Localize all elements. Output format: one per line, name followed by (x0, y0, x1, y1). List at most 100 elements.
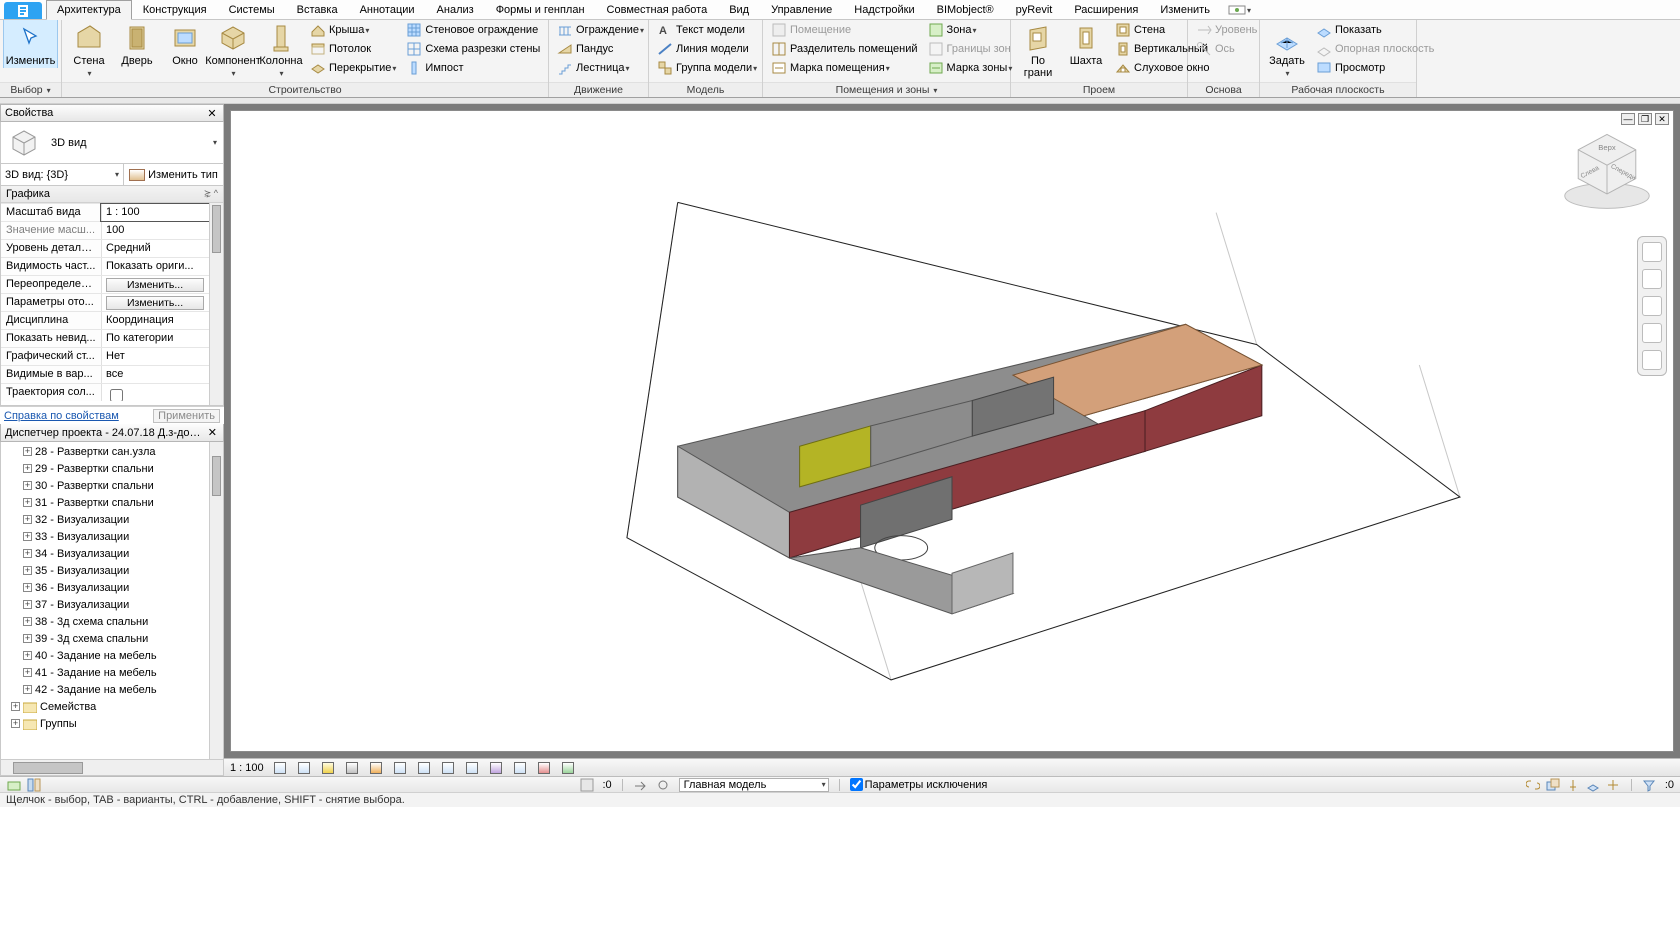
tab-architecture[interactable]: Архитектура (46, 0, 132, 20)
expand-icon[interactable]: + (23, 651, 32, 660)
showwp-button[interactable]: Показать (1313, 21, 1437, 39)
tree-top-item[interactable]: +Семейства (1, 698, 223, 715)
type-selector[interactable]: 3D вид: {3D}▾ (1, 164, 124, 185)
roomsep-button[interactable]: Разделитель помещений (768, 40, 921, 58)
property-row[interactable]: Параметры ото...Изменить... (1, 293, 223, 311)
exclusion-options[interactable]: Параметры исключения (850, 778, 988, 791)
tab-insert[interactable]: Вставка (286, 0, 349, 19)
app-icon[interactable] (4, 2, 42, 19)
crop-region[interactable] (416, 761, 432, 775)
floor-button[interactable]: Перекрытие ▾ (307, 59, 399, 77)
properties-header[interactable]: Свойства ✕ (0, 104, 224, 122)
area-button[interactable]: Зона ▾ (925, 21, 1016, 39)
properties-help-link[interactable]: Справка по свойствам (4, 410, 119, 422)
ramp-button[interactable]: Пандус (554, 40, 647, 58)
property-row[interactable]: Графический ст...Нет (1, 347, 223, 365)
tree-item[interactable]: +33 - Визуализации (1, 528, 223, 545)
areatag-button[interactable]: Марка зоны ▾ (925, 59, 1016, 77)
expand-icon[interactable]: + (23, 549, 32, 558)
ceiling-button[interactable]: Потолок (307, 40, 399, 58)
tab-massing[interactable]: Формы и генплан (485, 0, 596, 19)
tree-item[interactable]: +38 - 3д схема спальни (1, 613, 223, 630)
press-drag-icon[interactable] (633, 778, 648, 792)
tree-item[interactable]: +41 - Задание на мебель (1, 664, 223, 681)
tree-item[interactable]: +37 - Визуализации (1, 596, 223, 613)
expand-icon[interactable]: + (23, 617, 32, 626)
property-row[interactable]: Траектория сол... (1, 383, 223, 401)
property-value[interactable]: 100 (101, 222, 223, 239)
mullion-button[interactable]: Импост (403, 59, 543, 77)
property-row[interactable]: ДисциплинаКоординация (1, 311, 223, 329)
project-browser-header[interactable]: Диспетчер проекта - 24.07.18 Д.з-допол..… (0, 424, 224, 442)
modelline-button[interactable]: Линия модели (654, 40, 760, 58)
tree-item[interactable]: +36 - Визуализации (1, 579, 223, 596)
wpviewer-button[interactable]: Просмотр (1313, 59, 1437, 77)
tree-item[interactable]: +39 - 3д схема спальни (1, 630, 223, 647)
property-row[interactable]: Уровень детали...Средний (1, 239, 223, 257)
sun-path[interactable] (320, 761, 336, 775)
nav-pan[interactable] (1642, 269, 1662, 289)
tab-collaborate[interactable]: Совместная работа (596, 0, 719, 19)
properties-close[interactable]: ✕ (205, 107, 219, 120)
exclusion-checkbox[interactable] (850, 778, 863, 791)
property-row[interactable]: Видимые в вар...все (1, 365, 223, 383)
lock3d[interactable] (440, 761, 456, 775)
property-group-header[interactable]: Графика⋩ ^ (1, 186, 223, 203)
modeltext-button[interactable]: AТекст модели (654, 21, 760, 39)
analytical[interactable] (536, 761, 552, 775)
tree-item[interactable]: +40 - Задание на мебель (1, 647, 223, 664)
property-value[interactable]: По категории (101, 330, 223, 347)
temp-hide[interactable] (464, 761, 480, 775)
property-checkbox[interactable] (110, 389, 123, 401)
property-value[interactable]: Нет (101, 348, 223, 365)
workset-icon[interactable] (6, 778, 21, 792)
roomtag-button[interactable]: Марка помещения ▾ (768, 59, 921, 77)
tab-structure[interactable]: Конструкция (132, 0, 218, 19)
tree-item[interactable]: +29 - Развертки спальни (1, 460, 223, 477)
design-options-icon[interactable] (26, 778, 41, 792)
wall-button[interactable]: Стена▾ (65, 20, 113, 81)
expand-icon[interactable]: + (23, 498, 32, 507)
tab-analyze[interactable]: Анализ (426, 0, 485, 19)
drag-elements[interactable] (1606, 778, 1621, 792)
project-browser-tree[interactable]: +28 - Развертки сан.узла+29 - Развертки … (0, 442, 224, 776)
roof-button[interactable]: Крыша ▾ (307, 21, 399, 39)
property-value[interactable]: Изменить... (101, 276, 223, 293)
tab-view[interactable]: Вид (718, 0, 760, 19)
property-value[interactable]: 1 : 100 (101, 204, 223, 221)
property-value[interactable]: Средний (101, 240, 223, 257)
panel-title-select[interactable]: Выбор ▾ (0, 82, 61, 97)
edit-button[interactable]: Изменить... (106, 296, 204, 310)
property-row[interactable]: Масштаб вида1 : 100 (1, 203, 223, 221)
property-row[interactable]: Видимость част...Показать ориги... (1, 257, 223, 275)
tab-systems[interactable]: Системы (218, 0, 286, 19)
sync-icon[interactable] (656, 778, 671, 792)
highlight-disp[interactable] (560, 761, 576, 775)
expand-icon[interactable]: + (23, 532, 32, 541)
property-value[interactable]: Изменить... (101, 294, 223, 311)
curtaingrid-button[interactable]: Схема разрезки стены (403, 40, 543, 58)
window-button[interactable]: Окно (161, 20, 209, 68)
setwp-button[interactable]: Задать▾ (1263, 20, 1311, 81)
select-pinned[interactable] (1566, 778, 1581, 792)
tab-annotate[interactable]: Аннотации (349, 0, 426, 19)
tree-item[interactable]: +42 - Задание на мебель (1, 681, 223, 698)
tab-extensions[interactable]: Расширения (1063, 0, 1149, 19)
property-row[interactable]: Переопределен...Изменить... (1, 275, 223, 293)
expand-icon[interactable]: + (23, 481, 32, 490)
byface-button[interactable]: По грани (1014, 20, 1062, 80)
tab-bimobject[interactable]: BIMobject® (926, 0, 1005, 19)
tab-context[interactable]: ▾ (1221, 0, 1258, 19)
expand-icon[interactable]: + (23, 583, 32, 592)
curtainwall-button[interactable]: Стеновое ограждение (403, 21, 543, 39)
expand-icon[interactable]: + (23, 668, 32, 677)
tree-item[interactable]: +28 - Развертки сан.узла (1, 443, 223, 460)
drawing-canvas[interactable]: ― ❐ ✕ (230, 110, 1674, 752)
expand-icon[interactable]: + (23, 600, 32, 609)
crop-show[interactable] (392, 761, 408, 775)
tree-item[interactable]: +30 - Развертки спальни (1, 477, 223, 494)
rendering[interactable] (368, 761, 384, 775)
nav-wheel[interactable] (1642, 242, 1662, 262)
expand-icon[interactable]: + (23, 634, 32, 643)
expand-icon[interactable]: + (23, 685, 32, 694)
